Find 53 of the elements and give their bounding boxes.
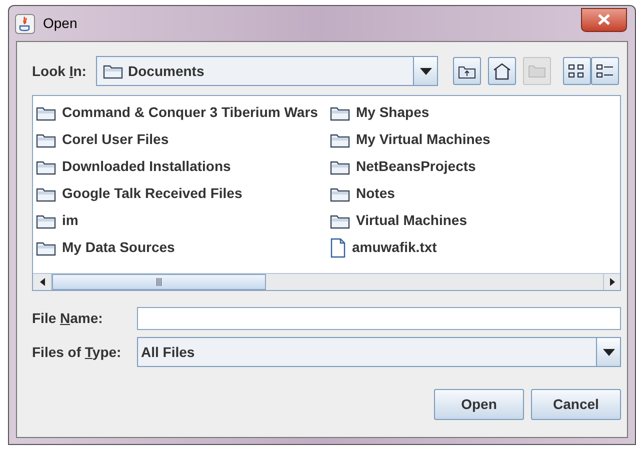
grip-icon (156, 278, 162, 286)
file-list-item[interactable]: My Shapes (330, 99, 490, 126)
folder-icon (330, 212, 350, 228)
home-button[interactable] (488, 57, 516, 85)
folder-icon (36, 212, 56, 228)
window-title: Open (43, 14, 78, 33)
scroll-right-icon (610, 278, 614, 286)
up-folder-button[interactable] (453, 57, 481, 85)
file-list-item[interactable]: Notes (330, 180, 490, 207)
scrollbar-thumb[interactable] (52, 274, 266, 290)
home-icon (493, 62, 511, 80)
dialog-button[interactable]: Cancel (531, 389, 621, 420)
details-view-icon (596, 63, 614, 79)
app-icon (15, 14, 35, 34)
look-in-dropdown[interactable]: Documents (96, 56, 438, 86)
file-list-item[interactable]: My Virtual Machines (330, 126, 490, 153)
file-list-item[interactable]: Downloaded Installations (36, 153, 330, 180)
folder-icon (330, 158, 350, 174)
folder-icon (330, 186, 350, 202)
files-of-type-dropdown[interactable]: All Files (137, 337, 621, 367)
file-list-item[interactable]: im (36, 207, 330, 234)
folder-icon (330, 104, 350, 120)
file-list-item[interactable]: Virtual Machines (330, 207, 490, 234)
folder-icon (36, 104, 56, 120)
list-view-icon (568, 63, 586, 79)
folder-icon (36, 240, 56, 256)
folder-icon (36, 186, 56, 202)
folder-icon (36, 158, 56, 174)
scroll-left-icon (40, 278, 44, 286)
details-view-button[interactable] (591, 57, 619, 85)
look-in-label: Look In: (32, 62, 88, 80)
document-icon (330, 238, 346, 258)
file-name-label: File Name: (32, 308, 104, 328)
dialog-button[interactable]: Open (434, 389, 524, 420)
close-button[interactable] (581, 8, 627, 32)
file-list-item[interactable]: Corel User Files (36, 126, 330, 153)
folder-icon (528, 64, 546, 78)
caret-icon (420, 68, 432, 74)
caret-icon (602, 348, 614, 356)
horizontal-scrollbar[interactable] (33, 273, 620, 290)
file-name-field[interactable] (137, 306, 621, 330)
file-list-item[interactable]: Google Talk Received Files (36, 180, 330, 207)
list-view-button[interactable] (563, 57, 591, 85)
folder-icon (36, 132, 56, 148)
folder-icon (103, 63, 123, 79)
file-list-item[interactable]: Command & Conquer 3 Tiberium Wars (36, 99, 330, 126)
file-list-item[interactable]: My Data Sources (36, 234, 330, 261)
files-of-type-label: Files of Type: (32, 342, 122, 362)
file-list-item[interactable]: amuwafik.txt (330, 234, 490, 261)
file-list-item[interactable]: NetBeansProjects (330, 153, 490, 180)
close-icon (598, 14, 610, 25)
folder-icon (330, 132, 350, 148)
up-folder-icon (458, 64, 476, 78)
